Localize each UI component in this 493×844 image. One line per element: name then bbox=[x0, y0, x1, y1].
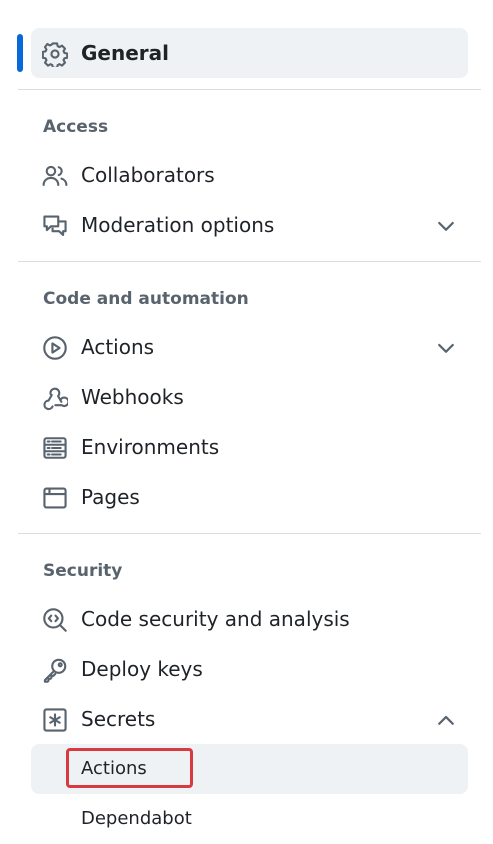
sidebar-item-moderation-options[interactable]: Moderation options bbox=[31, 200, 468, 250]
gear-icon bbox=[42, 41, 68, 67]
codescan-icon bbox=[42, 607, 68, 633]
divider bbox=[18, 261, 481, 262]
divider bbox=[18, 89, 481, 90]
divider bbox=[18, 533, 481, 534]
sidebar-subitem-label: Actions bbox=[81, 758, 147, 779]
asterisk-icon bbox=[42, 707, 68, 733]
sidebar-item-label: Collaborators bbox=[81, 163, 215, 187]
sidebar-item-label: Deploy keys bbox=[81, 657, 203, 681]
server-icon bbox=[42, 435, 68, 461]
webhook-icon bbox=[42, 385, 68, 411]
sidebar-item-secrets[interactable]: Secrets bbox=[31, 694, 468, 744]
sidebar-item-environments[interactable]: Environments bbox=[31, 422, 468, 472]
comment-discussion-icon bbox=[42, 213, 68, 239]
sidebar-item-pages[interactable]: Pages bbox=[31, 472, 468, 522]
sidebar-item-label: Webhooks bbox=[81, 385, 184, 409]
play-icon bbox=[42, 335, 68, 361]
section-heading-code-and-automation: Code and automation bbox=[43, 289, 249, 309]
sidebar-item-label: Secrets bbox=[81, 707, 156, 731]
chevron-down-icon[interactable] bbox=[434, 336, 458, 360]
sidebar-item-label: Pages bbox=[81, 485, 140, 509]
sidebar-item-deploy-keys[interactable]: Deploy keys bbox=[31, 644, 468, 694]
active-indicator bbox=[17, 34, 23, 72]
sidebar-item-general[interactable]: General bbox=[31, 28, 468, 78]
chevron-up-icon[interactable] bbox=[434, 708, 458, 732]
sidebar-item-label: Code security and analysis bbox=[81, 607, 350, 631]
sidebar-item-code-security-and-analysis[interactable]: Code security and analysis bbox=[31, 594, 468, 644]
section-heading-security: Security bbox=[43, 561, 123, 581]
sidebar-item-label: Environments bbox=[81, 435, 220, 459]
sidebar-item-collaborators[interactable]: Collaborators bbox=[31, 150, 468, 200]
people-icon bbox=[42, 163, 68, 189]
settings-sidebar: General Access Collaborators Moderation … bbox=[0, 0, 493, 844]
sidebar-subitem-secrets-actions[interactable]: Actions bbox=[31, 744, 468, 794]
sidebar-item-webhooks[interactable]: Webhooks bbox=[31, 372, 468, 422]
sidebar-subitem-label: Dependabot bbox=[81, 808, 192, 829]
sidebar-item-actions[interactable]: Actions bbox=[31, 322, 468, 372]
key-icon bbox=[42, 657, 68, 683]
sidebar-item-label: Actions bbox=[81, 335, 155, 359]
sidebar-item-label: General bbox=[81, 41, 169, 65]
sidebar-subitem-secrets-dependabot[interactable]: Dependabot bbox=[31, 794, 468, 844]
sidebar-item-label: Moderation options bbox=[81, 213, 275, 237]
chevron-down-icon[interactable] bbox=[434, 214, 458, 238]
section-heading-access: Access bbox=[43, 117, 109, 137]
browser-icon bbox=[42, 485, 68, 511]
